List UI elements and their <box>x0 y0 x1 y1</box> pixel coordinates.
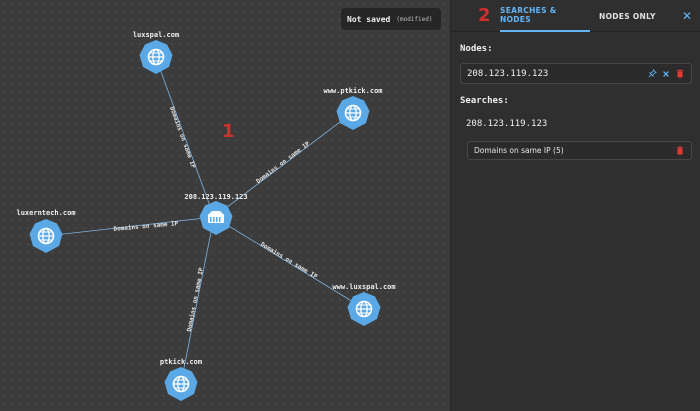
annotation-marker-1: 1 <box>222 121 235 142</box>
globe-icon <box>336 96 370 130</box>
close-icon[interactable]: ✕ <box>682 9 692 23</box>
graph-canvas[interactable]: Domains on same IP Domains on same IP Do… <box>0 0 450 411</box>
node-entry[interactable]: 208.123.119.123 <box>460 63 692 84</box>
remove-icon[interactable] <box>661 69 671 79</box>
globe-icon <box>347 292 381 326</box>
search-item[interactable]: Domains on same IP (5) <box>467 141 692 160</box>
globe-icon <box>29 219 63 253</box>
search-ip: 208.123.119.123 <box>466 119 548 129</box>
edge-label: Domains on same IP <box>168 106 197 170</box>
trash-icon[interactable] <box>675 146 685 156</box>
edge-label: Domains on same IP <box>259 241 319 281</box>
globe-icon <box>139 40 173 74</box>
node-label: luxerntech.com <box>16 209 76 217</box>
node-label: luxspal.com <box>132 31 180 39</box>
searches-heading: Searches: <box>460 96 509 106</box>
domain-node[interactable] <box>163 366 199 402</box>
node-entry-label: 208.123.119.123 <box>467 68 549 79</box>
panel-tabs: 2 SEARCHES & NODES NODES ONLY ✕ <box>451 0 700 32</box>
edge-label: Domains on same IP <box>186 267 205 333</box>
domain-node[interactable] <box>346 291 382 327</box>
edge-label: Domains on same IP <box>113 220 179 233</box>
trash-icon[interactable] <box>675 69 685 79</box>
node-label: ptkick.com <box>159 358 203 366</box>
node-label: www.ptkick.com <box>323 87 383 95</box>
domain-node[interactable] <box>138 39 174 75</box>
server-icon <box>199 201 233 235</box>
side-panel: 2 SEARCHES & NODES NODES ONLY ✕ Nodes: 2… <box>450 0 700 411</box>
domain-node[interactable] <box>28 218 64 254</box>
domain-node[interactable] <box>335 95 371 131</box>
center-node[interactable] <box>198 200 234 236</box>
tab-nodes-only[interactable]: NODES ONLY <box>599 0 656 32</box>
annotation-marker-2: 2 <box>478 5 491 26</box>
pin-icon[interactable] <box>647 69 657 79</box>
nodes-heading: Nodes: <box>460 44 493 54</box>
edge-label: Domains on same IP <box>255 140 311 185</box>
tab-searches-and-nodes[interactable]: SEARCHES & NODES <box>500 0 590 32</box>
save-status-text: Not saved <box>347 14 391 24</box>
save-status: Not saved (modified) <box>341 8 441 30</box>
node-label: www.luxspal.com <box>332 283 396 291</box>
save-status-sub: (modified) <box>396 15 433 23</box>
globe-icon <box>164 367 198 401</box>
search-item-label: Domains on same IP (5) <box>474 146 564 155</box>
